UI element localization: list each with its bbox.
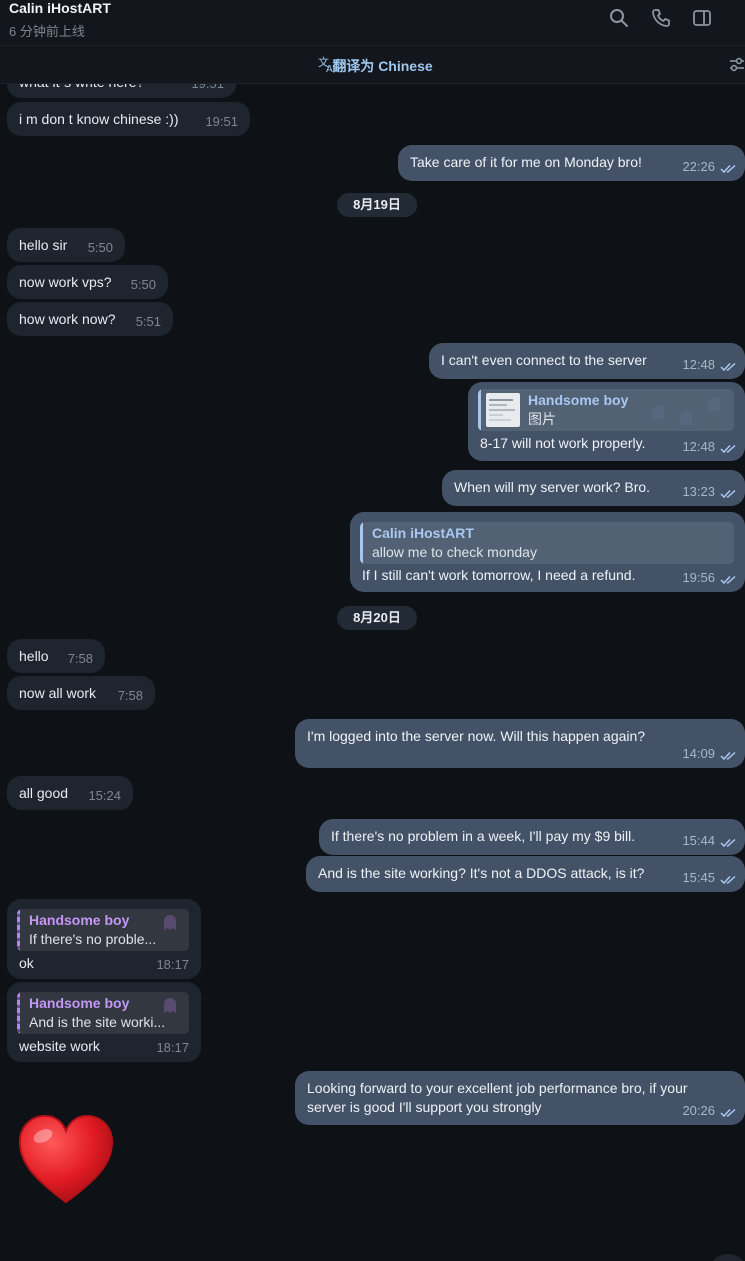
message-bubble[interactable]: I'm logged into the server now. Will thi… [295, 719, 745, 768]
message-bubble[interactable]: And is the site working? It's not a DDOS… [306, 856, 745, 892]
reply-sender: Handsome boy [29, 995, 130, 1011]
message-time: 13:23 [682, 484, 715, 499]
message-text: I'm logged into the server now. Will thi… [307, 728, 646, 744]
message-text: website work [19, 1038, 100, 1054]
message-text: If there's no problem in a week, I'll pa… [331, 828, 636, 844]
phone-icon[interactable] [651, 8, 671, 28]
chat-status: 6 分钟前上线 [9, 24, 85, 39]
message-time: 18:17 [156, 1040, 189, 1055]
message-list[interactable]: what it`s write here? 19:51 i m don t kn… [0, 84, 745, 1261]
reply-sender: Handsome boy [29, 912, 130, 928]
message-bubble[interactable]: now all work 7:58 [7, 676, 155, 710]
message-bubble[interactable]: what it`s write here? 19:51 [7, 84, 236, 98]
message-text: Take care of it for me on Monday bro! [410, 154, 642, 170]
image-thumbnail [486, 393, 520, 427]
translate-settings-icon[interactable] [728, 56, 745, 74]
message-bubble[interactable]: When will my server work? Bro. 13:23 [442, 470, 745, 506]
message-text: i m don t know chinese :)) [19, 111, 179, 127]
reply-sender: Calin iHostART [372, 525, 474, 541]
message-text: I can't even connect to the server [441, 352, 647, 368]
message-bubble[interactable]: Handsome boy 图片 8-17 will not work prope… [468, 382, 745, 461]
message-time: 7:58 [67, 651, 93, 666]
message-time: 5:50 [130, 277, 156, 292]
message-bubble[interactable]: Handsome boy If there's no proble... ok … [7, 899, 201, 979]
message-bubble[interactable]: how work now? 5:51 [7, 302, 173, 336]
read-checkmarks-icon [720, 1108, 736, 1118]
reply-text: And is the site worki... [29, 1014, 166, 1030]
message-text: When will my server work? Bro. [454, 479, 651, 495]
read-checkmarks-icon [720, 875, 736, 885]
message-text: now work vps? [19, 274, 112, 290]
reply-text: If there's no proble... [29, 931, 157, 947]
read-checkmarks-icon [720, 575, 736, 585]
chat-title[interactable]: Calin iHostART [9, 0, 111, 16]
read-checkmarks-icon [720, 444, 736, 454]
message-text: hello [19, 648, 49, 664]
ghost-pattern-icon [164, 915, 176, 930]
date-separator: 8月19日 [337, 193, 417, 217]
message-time: 19:56 [682, 570, 715, 585]
translate-bar[interactable]: 文A 翻译为 Chinese [0, 46, 745, 84]
message-text: And is the site working? It's not a DDOS… [318, 865, 645, 881]
message-bubble[interactable]: hello 7:58 [7, 639, 105, 673]
message-bubble[interactable]: i m don t know chinese :)) 19:51 [7, 102, 250, 136]
translate-label[interactable]: 翻译为 Chinese [332, 58, 432, 74]
read-checkmarks-icon [720, 838, 736, 848]
message-time: 12:48 [682, 439, 715, 454]
message-time: 18:17 [156, 957, 189, 972]
message-bubble[interactable]: I can't even connect to the server 12:48 [429, 343, 745, 379]
message-text: how work now? [19, 311, 116, 327]
message-time: 19:51 [205, 114, 238, 129]
message-time: 15:44 [682, 833, 715, 848]
message-bubble[interactable]: now work vps? 5:50 [7, 265, 168, 299]
message-time: 14:09 [682, 746, 715, 761]
reply-preview[interactable]: Handsome boy If there's no proble... [17, 909, 189, 951]
heart-sticker-icon[interactable] [16, 1114, 116, 1206]
message-time: 15:45 [682, 870, 715, 885]
read-checkmarks-icon [720, 164, 736, 174]
message-time: 20:26 [682, 1103, 715, 1118]
chat-header: Calin iHostART 6 分钟前上线 [0, 0, 745, 46]
message-text: all good [19, 785, 69, 801]
message-bubble[interactable]: Handsome boy And is the site worki... we… [7, 982, 201, 1062]
message-bubble[interactable]: all good 15:24 [7, 776, 133, 810]
message-text: now all work [19, 685, 97, 701]
ghost-pattern-icon [652, 405, 664, 420]
sidebar-toggle-icon[interactable] [692, 8, 712, 28]
reply-preview[interactable]: Calin iHostART allow me to check monday [360, 522, 734, 564]
message-bubble[interactable]: Looking forward to your excellent job pe… [295, 1071, 745, 1125]
message-text: ok [19, 955, 34, 971]
search-icon[interactable] [609, 8, 629, 28]
reply-preview[interactable]: Handsome boy And is the site worki... [17, 992, 189, 1034]
reply-preview[interactable]: Handsome boy 图片 [478, 389, 734, 431]
message-time: 5:51 [135, 314, 161, 329]
read-checkmarks-icon [720, 362, 736, 372]
message-bubble[interactable]: hello sir 5:50 [7, 228, 125, 262]
message-bubble[interactable]: Calin iHostART allow me to check monday … [350, 512, 745, 592]
message-text: hello sir [19, 237, 68, 253]
reply-sender: Handsome boy [528, 392, 629, 408]
reply-text: allow me to check monday [372, 544, 537, 560]
message-time: 5:50 [87, 240, 113, 255]
message-text: what it`s write here? [19, 84, 144, 92]
message-text-line-2: server is good I'll support you strongly [307, 1099, 542, 1115]
message-time: 15:24 [88, 788, 121, 803]
read-checkmarks-icon [720, 489, 736, 499]
message-text: If I still can't work tomorrow, I need a… [362, 567, 636, 583]
message-bubble[interactable]: Take care of it for me on Monday bro! 22… [398, 145, 745, 181]
ghost-pattern-icon [680, 411, 692, 426]
ghost-pattern-icon [164, 998, 176, 1013]
message-time: 22:26 [682, 159, 715, 174]
message-time: 19:51 [191, 84, 224, 93]
reply-text: 图片 [528, 411, 556, 427]
message-time: 12:48 [682, 357, 715, 372]
read-checkmarks-icon [720, 751, 736, 761]
message-bubble[interactable]: If there's no problem in a week, I'll pa… [319, 819, 745, 855]
message-text-line-1: Looking forward to your excellent job pe… [307, 1080, 688, 1096]
message-time: 7:58 [117, 688, 143, 703]
ghost-pattern-icon [708, 397, 720, 412]
message-text: 8-17 will not work properly. [480, 435, 646, 451]
date-separator: 8月20日 [337, 606, 417, 630]
